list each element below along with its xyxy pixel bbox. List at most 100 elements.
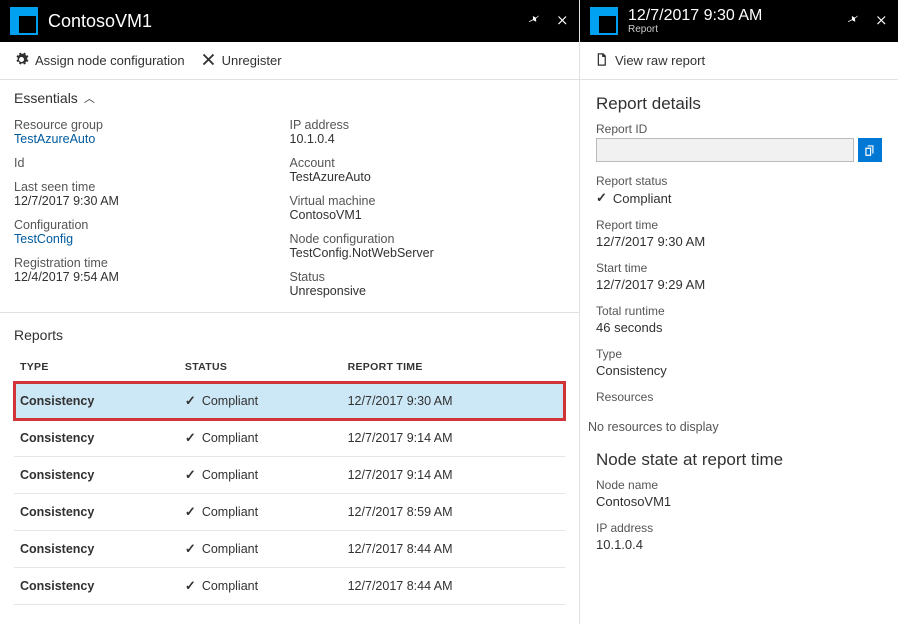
status-text: Compliant <box>202 468 258 482</box>
report-type-cell: Consistency <box>14 457 179 494</box>
node-blade: ContosoVM1 Assign node configuration Unr… <box>0 0 580 624</box>
status-text: Compliant <box>202 579 258 593</box>
start-time-label: Start time <box>596 261 882 275</box>
type-label: Type <box>596 347 882 361</box>
report-time-cell: 12/7/2017 9:14 AM <box>342 457 565 494</box>
table-row[interactable]: Consistency ✓ Compliant 12/7/2017 8:59 AM <box>14 494 565 531</box>
resources-label: Resources <box>596 390 882 404</box>
essentials-field: Resource groupTestAzureAuto <box>14 118 290 146</box>
check-icon: ✓ <box>185 504 196 520</box>
pin-icon[interactable] <box>527 13 541 30</box>
blade-icon <box>10 7 38 35</box>
start-time-value: 12/7/2017 9:29 AM <box>596 277 882 292</box>
essentials-field: Virtual machineContosoVM1 <box>290 194 566 222</box>
essentials-field: Id <box>14 156 290 170</box>
copy-report-id-button[interactable] <box>858 138 882 162</box>
essentials-label: Configuration <box>14 218 290 232</box>
report-status-cell: ✓Compliant <box>179 457 342 494</box>
essentials-value[interactable]: TestConfig <box>14 232 290 246</box>
report-status-cell: ✓Compliant <box>179 568 342 605</box>
report-status-label: Report status <box>596 174 882 188</box>
node-name-label: Node name <box>596 478 882 492</box>
essentials-label: Virtual machine <box>290 194 566 208</box>
table-row[interactable]: Consistency✓Compliant12/7/2017 9:14 AM <box>14 420 565 457</box>
report-time-value: 12/7/2017 9:30 AM <box>596 234 882 249</box>
view-raw-report-button[interactable]: View raw report <box>594 52 705 70</box>
essentials-left-col: Resource groupTestAzureAuto Id Last seen t… <box>14 118 290 298</box>
reports-col-header[interactable]: STATUS <box>179 353 342 382</box>
resources-empty: No resources to display <box>580 414 898 440</box>
assign-label: Assign node configuration <box>35 53 185 68</box>
report-type-cell: Consistency <box>14 568 179 605</box>
left-toolbar: Assign node configuration Unregister <box>0 42 579 80</box>
report-details-heading: Report details <box>596 94 882 114</box>
essentials-label: Registration time <box>14 256 290 270</box>
reports-heading: Reports <box>14 327 565 343</box>
essentials-label: Id <box>14 156 290 170</box>
pin-icon[interactable] <box>846 13 860 30</box>
status-text: Compliant <box>202 394 258 408</box>
unregister-label: Unregister <box>222 53 282 68</box>
essentials-heading: Essentials <box>14 90 78 106</box>
report-time-cell: 12/7/2017 8:44 AM <box>342 568 565 605</box>
assign-node-config-button[interactable]: Assign node configuration <box>14 52 185 70</box>
report-status-cell: ✓Compliant <box>179 420 342 457</box>
status-text: Compliant <box>202 542 258 556</box>
essentials-field: IP address10.1.0.4 <box>290 118 566 146</box>
essentials-value: Unresponsive <box>290 284 566 298</box>
report-time-label: Report time <box>596 218 882 232</box>
check-icon: ✓ <box>185 541 196 557</box>
report-time-cell: 12/7/2017 9:30 AM <box>342 382 565 420</box>
essentials-section: Essentials ︿ Resource groupTestAzureAuto… <box>0 80 579 313</box>
status-text: Compliant <box>202 431 258 445</box>
essentials-label: Last seen time <box>14 180 290 194</box>
reports-table: TYPESTATUSREPORT TIME Consistency✓Compli… <box>14 353 565 605</box>
close-icon[interactable] <box>874 13 888 30</box>
essentials-label: Status <box>290 270 566 284</box>
essentials-value[interactable]: TestAzureAuto <box>14 132 290 146</box>
report-type-cell: Consistency <box>14 494 179 531</box>
report-time-cell: 12/7/2017 8:59 AM <box>342 494 565 531</box>
report-status-value: Compliant <box>613 191 672 206</box>
essentials-field: AccountTestAzureAuto <box>290 156 566 184</box>
x-icon <box>201 52 216 70</box>
report-time-cell: 12/7/2017 8:44 AM <box>342 531 565 568</box>
document-icon <box>594 52 609 70</box>
chevron-up-icon: ︿ <box>84 90 95 106</box>
essentials-field: StatusUnresponsive <box>290 270 566 298</box>
report-id-input[interactable] <box>596 138 854 162</box>
report-status-cell: ✓ Compliant <box>179 494 342 531</box>
reports-col-header[interactable]: TYPE <box>14 353 179 382</box>
check-icon: ✓ <box>185 393 196 409</box>
close-icon[interactable] <box>555 13 569 30</box>
essentials-right-col: IP address10.1.0.4 AccountTestAzureAuto Vi… <box>290 118 566 298</box>
report-blade: 12/7/2017 9:30 AM Report View raw report… <box>580 0 898 624</box>
right-toolbar: View raw report <box>580 42 898 80</box>
table-row[interactable]: Consistency✓Compliant12/7/2017 9:14 AM <box>14 457 565 494</box>
essentials-label: IP address <box>290 118 566 132</box>
table-row[interactable]: Consistency ✓ Compliant 12/7/2017 8:44 AM <box>14 531 565 568</box>
essentials-label: Node configuration <box>290 232 566 246</box>
status-text: Compliant <box>202 505 258 519</box>
unregister-button[interactable]: Unregister <box>201 52 282 70</box>
essentials-value: ContosoVM1 <box>290 208 566 222</box>
report-status-cell: ✓ Compliant <box>179 382 342 420</box>
table-row[interactable]: Consistency✓Compliant12/7/2017 8:44 AM <box>14 568 565 605</box>
node-name-value: ContosoVM1 <box>596 494 882 509</box>
report-type-cell: Consistency <box>14 531 179 568</box>
report-details-section: Report details Report ID Report status ✓… <box>580 80 898 414</box>
right-blade-subtitle: Report <box>628 24 846 35</box>
essentials-toggle[interactable]: Essentials ︿ <box>14 90 565 106</box>
essentials-field: Node configurationTestConfig.NotWebServe… <box>290 232 566 260</box>
right-header: 12/7/2017 9:30 AM Report <box>580 0 898 42</box>
check-icon: ✓ <box>596 190 607 206</box>
report-id-label: Report ID <box>596 122 882 136</box>
left-header: ContosoVM1 <box>0 0 579 42</box>
essentials-field: Last seen time12/7/2017 9:30 AM <box>14 180 290 208</box>
reports-col-header[interactable]: REPORT TIME <box>342 353 565 382</box>
essentials-field: Registration time12/4/2017 9:54 AM <box>14 256 290 284</box>
table-row[interactable]: Consistency ✓ Compliant 12/7/2017 9:30 AM <box>14 382 565 420</box>
report-type-cell: Consistency <box>14 382 179 420</box>
essentials-label: Resource group <box>14 118 290 132</box>
essentials-value: 10.1.0.4 <box>290 132 566 146</box>
